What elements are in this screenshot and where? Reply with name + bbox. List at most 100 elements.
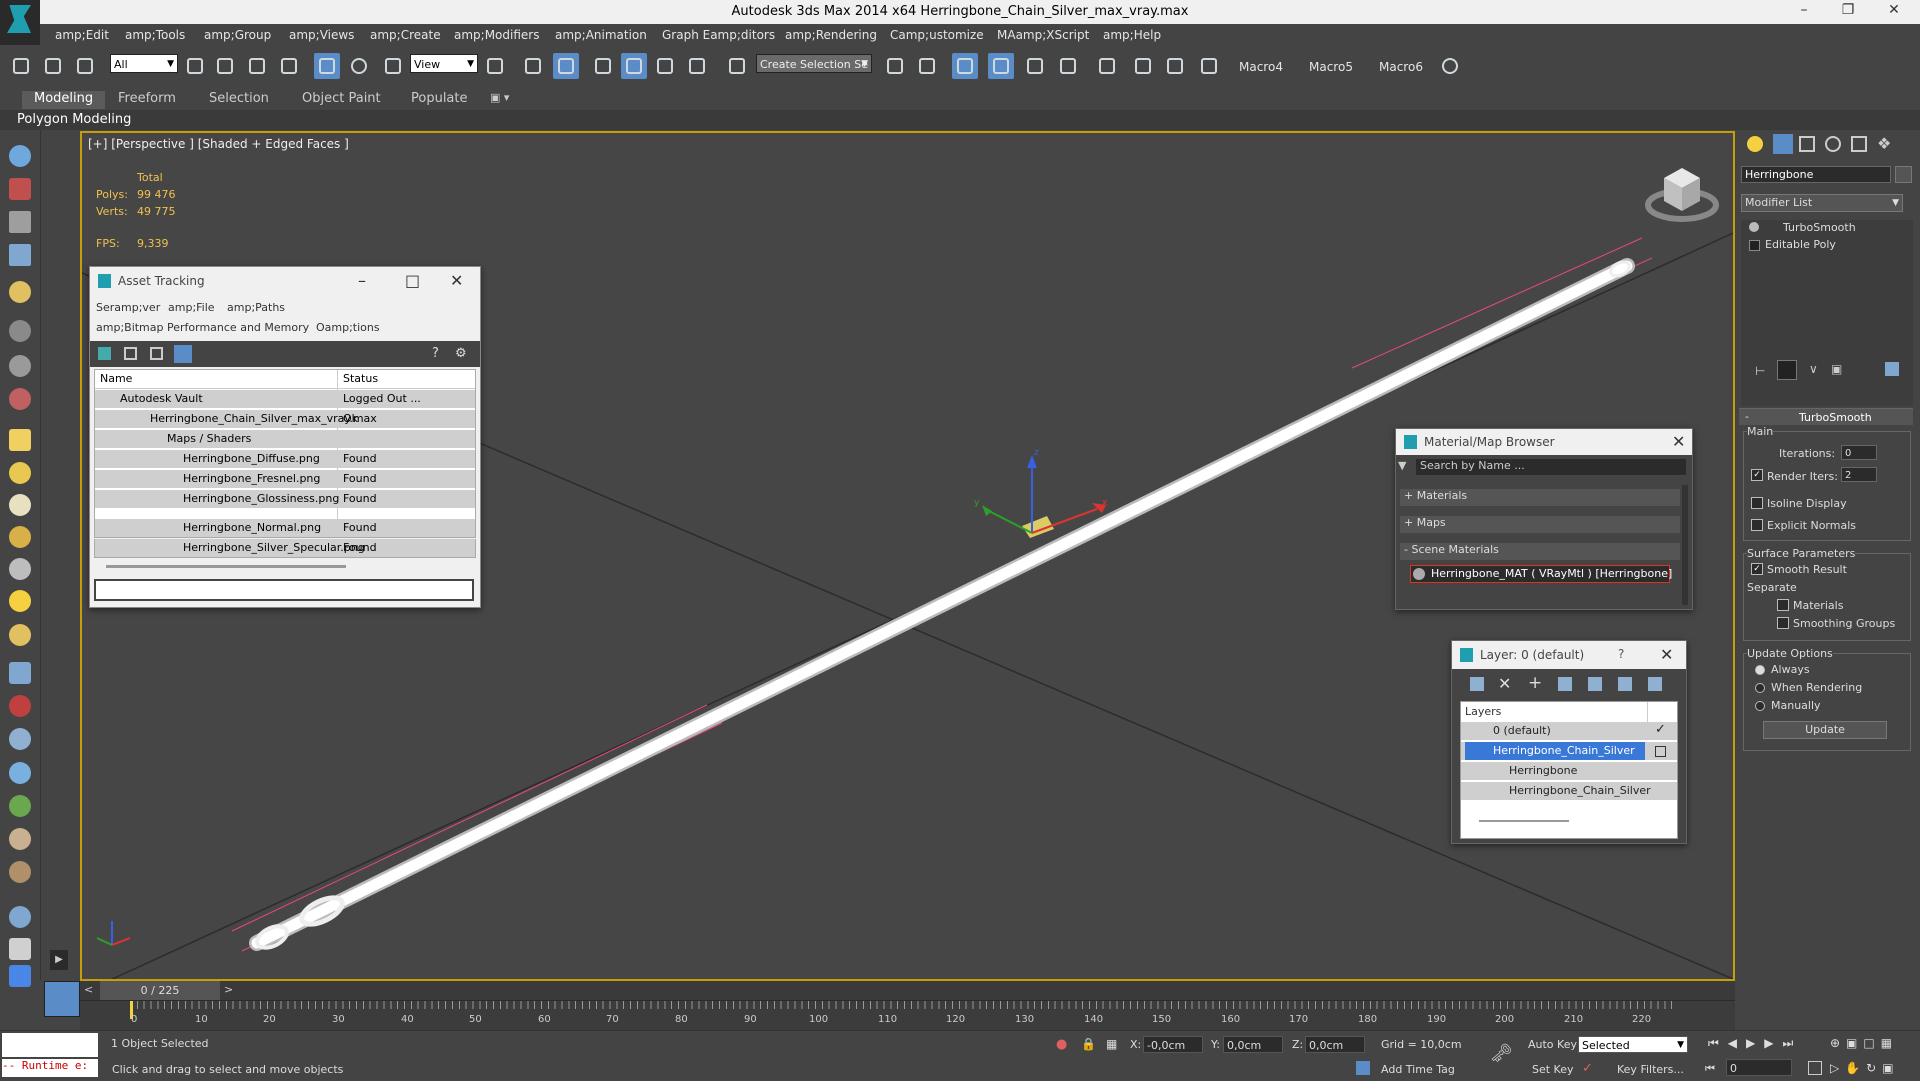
menu-edit[interactable]: amp;Edit [55,28,109,42]
curve-editor-icon[interactable] [1055,53,1081,79]
delete-layer-icon[interactable]: ✕ [1498,674,1511,693]
menu-modifiers[interactable]: amp;Modifiers [454,28,539,42]
menu-tools[interactable]: amp;Tools [125,28,185,42]
time-next-button[interactable]: > [224,983,233,996]
current-layer-check-icon[interactable]: ✓ [1655,722,1666,737]
menu-help[interactable]: amp;Help [1103,28,1161,42]
angle-snap-icon[interactable] [621,53,647,79]
mini-curve-editor-button[interactable] [44,981,80,1017]
object-name-field[interactable]: Herringbone [1741,166,1891,183]
browser-scrollbar[interactable] [1682,485,1688,605]
menu-group[interactable]: amp;Group [204,28,271,42]
maxscript-listener-top[interactable] [2,1033,98,1057]
batch-icon[interactable] [9,938,31,960]
globe-icon[interactable] [9,906,31,928]
mirror-icon[interactable] [882,53,908,79]
render-iters-checkbox[interactable]: ✓ [1751,469,1763,481]
close-button[interactable]: ✕ [1876,2,1912,22]
selection-filter-dropdown[interactable]: All ▼ [110,54,178,73]
scene-material-item[interactable]: Herringbone_MAT ( VRayMtl ) [Herringbone… [1410,565,1672,583]
macro6-button[interactable]: Macro6 [1379,60,1423,74]
maximize-icon[interactable]: □ [405,271,420,290]
menu-server[interactable]: Seramp;ver [96,301,160,314]
object-color-swatch[interactable] [1895,166,1912,183]
named-selection-dropdown[interactable]: Create Selection Se ▼ [756,54,872,73]
close-icon[interactable]: ✕ [1660,645,1673,664]
percent-snap-icon[interactable] [652,53,678,79]
foliage-icon[interactable] [9,795,31,817]
iterations-spinner[interactable]: 0 [1841,445,1877,460]
render-frame-icon[interactable] [9,178,31,200]
horizontal-scrollbar[interactable] [106,565,346,568]
shapes-icon[interactable] [9,355,31,377]
layer-object-item[interactable]: Herringbone [1461,762,1677,780]
light-icon[interactable] [9,281,31,303]
create-tab-icon[interactable] [1747,136,1763,152]
cylinder-icon[interactable] [9,462,31,484]
pin-stack-icon[interactable]: ⊢ [1755,364,1765,378]
sun-icon[interactable] [9,590,31,612]
macro5-button[interactable]: Macro5 [1309,60,1353,74]
modify-tab-icon[interactable] [1773,134,1793,154]
thumbnail-view-icon[interactable] [150,347,163,360]
hair-icon[interactable] [9,828,31,850]
menu-create[interactable]: amp;Create [370,28,441,42]
key-icon[interactable]: ✓ [1582,1061,1593,1076]
time-prev-button[interactable]: < [84,983,93,996]
isoline-checkbox[interactable] [1751,497,1763,509]
playback-controls[interactable]: ⏮◀▶▶⏭ [1708,1036,1802,1051]
geosphere-icon[interactable] [9,526,31,548]
display-tab-icon[interactable] [1851,136,1867,152]
add-to-layer-icon[interactable]: + [1528,673,1542,693]
key-filters-button[interactable]: Key Filters... [1617,1063,1684,1076]
snaps-toggle-icon[interactable] [590,53,616,79]
app-menu-button[interactable] [0,0,40,45]
freeze-all-icon[interactable] [1648,677,1662,691]
plane-icon[interactable] [9,662,31,684]
tab-object-paint[interactable]: Object Paint [302,91,381,109]
time-slider-thumb[interactable]: 0 / 225 [100,981,220,1000]
list-view-icon[interactable] [124,347,137,360]
render-iters-spinner[interactable]: 2 [1841,467,1877,482]
create-layer-icon[interactable] [1470,677,1484,691]
help-icon[interactable]: ? [1618,647,1624,661]
create-teapot-icon[interactable] [9,145,31,167]
motion-tab-icon[interactable] [1825,136,1841,152]
y-coordinate-field[interactable]: 0,0cm [1223,1036,1283,1053]
close-icon[interactable]: ✕ [1672,432,1685,451]
menu-paths[interactable]: amp;Paths [227,301,285,314]
select-move-icon[interactable] [314,53,340,79]
hierarchy-tab-icon[interactable] [1799,136,1815,152]
hide-all-icon[interactable] [1618,677,1632,691]
tab-modeling[interactable]: Modeling [22,91,106,109]
link-icon[interactable] [8,53,34,79]
smooth-result-checkbox[interactable]: ✓ [1751,563,1763,575]
particles-icon[interactable] [9,388,31,410]
layer-item[interactable]: 0 (default) ✓ [1461,722,1677,740]
expand-toolbar-arrow-icon[interactable]: ▶ [50,950,68,970]
viewport-nav-top[interactable]: ⊕▣□▦ [1830,1036,1898,1050]
layer-dialog-header[interactable]: Layer: 0 (default) ? ✕ [1452,641,1686,669]
make-unique-icon[interactable]: ∨ [1809,362,1818,376]
keyboard-shortcut-override-icon[interactable] [553,53,579,79]
menu-maxscript[interactable]: MAamp;XScript [997,28,1089,42]
tab-populate[interactable]: Populate [411,91,468,109]
current-frame-field[interactable]: 0 [1726,1059,1792,1076]
lightbulb-icon[interactable] [1749,222,1759,232]
default-in-out-key-icon[interactable]: 🗝 [1490,1043,1513,1064]
layer-item-selected[interactable]: Herringbone_Chain_Silver [1461,742,1677,760]
render-setup-icon[interactable] [1162,53,1188,79]
table-view-icon[interactable] [174,345,192,363]
space-warp-icon[interactable] [9,695,31,717]
table-row[interactable]: Herringbone_Diffuse.png Found [95,450,475,468]
maxscript-listener[interactable]: -- Runtime e: [2,1059,98,1077]
viewport-nav-bottom[interactable]: ▷✋↻▣ [1830,1061,1900,1075]
system-icon[interactable] [9,728,31,750]
help-icon[interactable]: ? [432,346,439,361]
menu-graph-editors[interactable]: Graph Eamp;ditors [662,28,775,42]
modifier-list-dropdown[interactable]: Modifier List ▼ [1741,194,1903,212]
select-by-name-icon[interactable] [212,53,238,79]
set-key-button[interactable]: Set Key [1532,1063,1574,1076]
highlight-layer-icon[interactable] [1588,677,1602,691]
always-radio[interactable] [1755,665,1765,675]
